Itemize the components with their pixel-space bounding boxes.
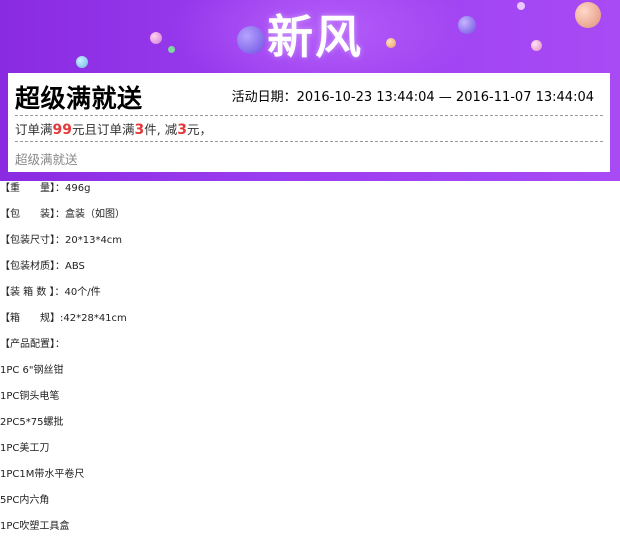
- rule-count: 3: [134, 122, 145, 138]
- promo-card: 超级满就送 活动日期：2016-10-23 13:44:04 — 2016-11…: [8, 73, 610, 172]
- spec-config-item: 1PC美工刀: [0, 443, 50, 454]
- divider: [15, 141, 603, 142]
- rule-text: 订单满: [15, 122, 53, 137]
- rule-text: 元，: [186, 122, 212, 137]
- promo-title: 超级满就送: [15, 84, 143, 113]
- bubble-decoration: [575, 2, 601, 28]
- spec-material: 【包装材质】：ABS: [0, 261, 85, 272]
- spec-config-item: 1PC铜头电笔: [0, 391, 60, 402]
- spec-config-item: 1PC 6"钢丝钳: [0, 365, 64, 376]
- promo-rule: 订单满99元且订单满3件, 减3元，: [15, 119, 212, 138]
- spec-config-item: 1PC1M带水平卷尺: [0, 469, 85, 480]
- divider: [15, 115, 603, 116]
- promo-date: 活动日期：2016-10-23 13:44:04 — 2016-11-07 13…: [232, 86, 594, 105]
- bubble-decoration: [531, 40, 542, 51]
- spec-weight: 【重 量】：496g: [0, 183, 91, 194]
- spec-carton-qty: 【装 箱 数 】：40个/件: [0, 287, 101, 298]
- bubble-decoration: [517, 2, 525, 10]
- spec-config-item: 2PC5*75螺批: [0, 417, 64, 428]
- spec-config-header: 【产品配置】：: [0, 339, 65, 350]
- bubble-decoration: [386, 38, 396, 48]
- promo-subtitle: 超级满就送: [15, 152, 78, 167]
- rule-discount: 3: [177, 122, 187, 138]
- spec-config-item: 1PC吹塑工具盒: [0, 521, 70, 532]
- date-label: 活动日期：: [231, 90, 297, 105]
- rule-text: 元且订单满: [72, 122, 135, 137]
- bubble-decoration: [150, 32, 162, 44]
- spec-carton-size: 【箱 规】:42*28*41cm: [0, 313, 127, 324]
- rule-text: 件, 减: [144, 122, 178, 137]
- bubble-decoration: [168, 46, 175, 53]
- promo-banner: 新风尚 超级满就送 活动日期：2016-10-23 13:44:04 — 201…: [0, 0, 620, 181]
- spec-package-size: 【包装尺寸】：20*13*4cm: [0, 235, 123, 246]
- spec-config-item: 5PC内六角: [0, 495, 50, 506]
- bubble-decoration: [458, 16, 476, 34]
- bubble-decoration: [76, 56, 88, 68]
- brand-logo: 新风尚: [267, 10, 363, 126]
- rule-amount: 99: [52, 122, 72, 138]
- date-range: 2016-10-23 13:44:04 — 2016-11-07 13:44:0…: [296, 90, 594, 105]
- spec-packaging: 【包 装】：盒装（如图）: [0, 209, 125, 220]
